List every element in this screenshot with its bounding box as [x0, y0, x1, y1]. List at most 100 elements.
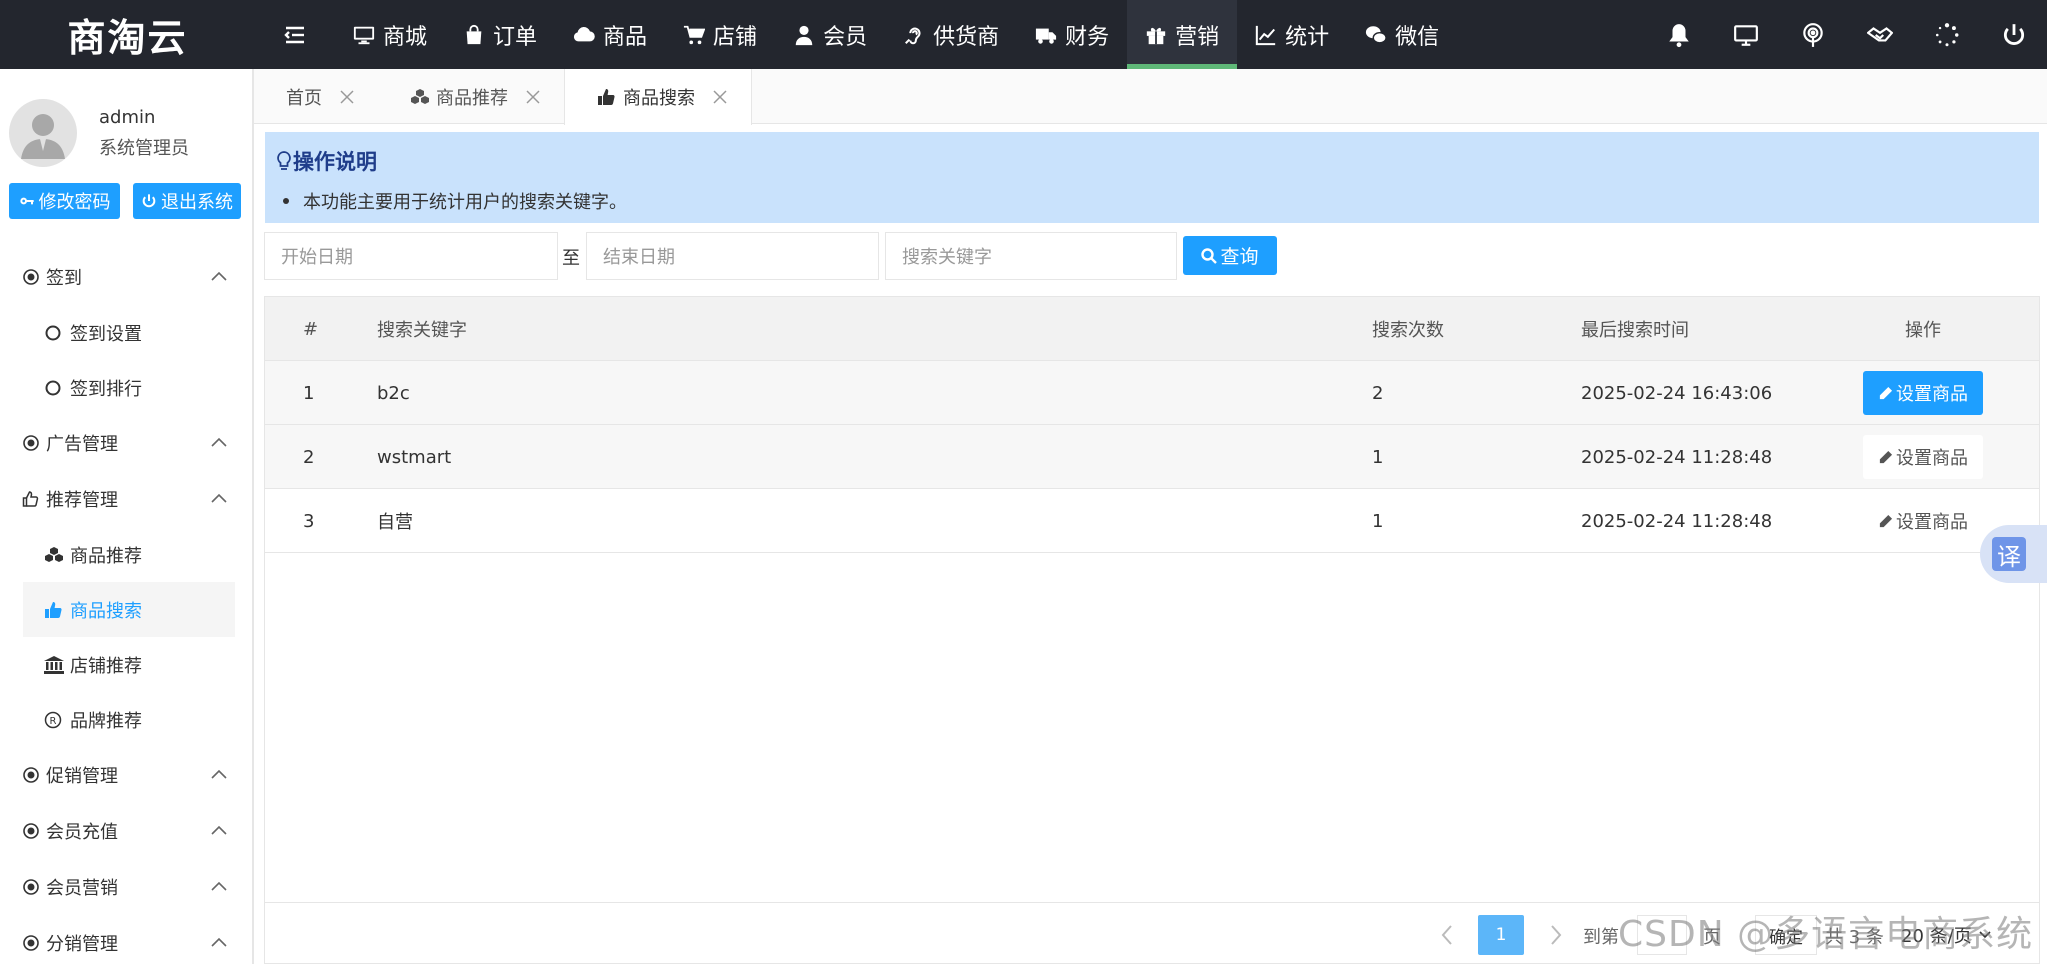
sidebar-item-sign-settings[interactable]: 签到设置 [0, 305, 252, 360]
menu-toggle-icon[interactable] [255, 0, 335, 69]
sidebar-item-label: 签到设置 [70, 323, 142, 345]
search-icon [1201, 247, 1218, 264]
chevron-up-icon [211, 493, 227, 503]
power-icon[interactable] [1980, 0, 2047, 69]
logout-button[interactable]: 退出系统 [133, 183, 241, 219]
nav-label: 统计 [1285, 24, 1330, 50]
tab-goods-recommend[interactable]: 商品推荐 [378, 69, 564, 124]
nav-statistics[interactable]: 统计 [1237, 0, 1347, 69]
chevron-right-icon[interactable] [1546, 923, 1566, 947]
table-row: 2 wstmart 1 2025-02-24 11:28:48 设置商品 [265, 425, 2039, 489]
sidebar-group-distribution[interactable]: 分销管理 [0, 915, 252, 964]
cell-keyword: 自营 [377, 512, 413, 533]
translate-button[interactable]: 译 [1980, 525, 2047, 583]
close-icon[interactable] [340, 89, 354, 104]
nav-members[interactable]: 会员 [775, 0, 885, 69]
set-goods-label: 设置商品 [1896, 448, 1968, 469]
thumbs-up-outline-icon [22, 490, 40, 508]
nav-label: 店铺 [713, 24, 758, 50]
sidebar-group-label: 会员营销 [46, 878, 118, 899]
header-last-time: 最后搜索时间 [1581, 320, 1689, 341]
registered-icon: R [44, 711, 64, 729]
header-op: 操作 [1905, 320, 1941, 341]
nav-orders[interactable]: 订单 [445, 0, 555, 69]
nav-finance[interactable]: 财务 [1017, 0, 1127, 69]
set-goods-button[interactable]: 设置商品 [1863, 499, 1983, 543]
close-icon[interactable] [713, 90, 727, 104]
keyword-input[interactable]: 搜索关键字 [885, 232, 1177, 280]
desktop-icon[interactable] [1712, 0, 1779, 69]
circle-icon [44, 324, 64, 342]
notice-item: 本功能主要用于统计用户的搜索关键字。 [283, 188, 627, 214]
sidebar-item-goods-search[interactable]: 商品搜索 [23, 582, 235, 637]
sidebar-group-ad[interactable]: 广告管理 [0, 415, 252, 471]
logout-label: 退出系统 [161, 192, 233, 213]
sidebar-item-sign-rank[interactable]: 签到排行 [0, 360, 252, 415]
cell-index: 2 [303, 446, 315, 468]
sidebar-group-recommend[interactable]: 推荐管理 [0, 471, 252, 527]
watermark: CSDN @多语言电商系统 [1618, 914, 2034, 955]
podcast-icon[interactable] [1779, 0, 1846, 69]
nav-marketing[interactable]: 营销 [1127, 0, 1238, 69]
close-icon[interactable] [526, 89, 540, 104]
sidebar-group-label: 广告管理 [46, 434, 118, 455]
sidebar-item-label: 商品推荐 [70, 545, 142, 567]
sidebar-item-shop-recommend[interactable]: 店铺推荐 [0, 637, 252, 692]
cell-index: 1 [303, 382, 315, 404]
sidebar-group-recharge[interactable]: 会员充值 [0, 803, 252, 859]
set-goods-label: 设置商品 [1896, 512, 1968, 533]
nav-label: 财务 [1065, 24, 1110, 50]
sidebar-item-label: 签到排行 [70, 378, 142, 400]
header-index: # [303, 318, 319, 340]
dot-circle-icon [22, 766, 40, 784]
line-chart-icon [1255, 24, 1277, 46]
cell-last-time: 2025-02-24 11:28:48 [1581, 510, 1773, 532]
set-goods-button[interactable]: 设置商品 [1863, 371, 1983, 415]
nav-mall[interactable]: 商城 [335, 0, 445, 69]
sidebar-item-goods-recommend[interactable]: 商品推荐 [0, 527, 252, 582]
sidebar-group-promotion[interactable]: 促销管理 [0, 747, 252, 803]
end-date-input[interactable]: 结束日期 [586, 232, 879, 280]
cell-last-time: 2025-02-24 11:28:48 [1581, 446, 1773, 468]
sidebar-group-member-marketing[interactable]: 会员营销 [0, 859, 252, 915]
user-icon [793, 24, 815, 46]
chevron-up-icon [211, 881, 227, 891]
nav-shops[interactable]: 店铺 [665, 0, 775, 69]
wechat-icon [1365, 24, 1387, 46]
pencil-icon [1879, 514, 1893, 527]
tab-home[interactable]: 首页 [254, 69, 378, 124]
chevron-up-icon [211, 437, 227, 447]
sidebar-group-sign[interactable]: 签到 [0, 249, 252, 305]
change-password-button[interactable]: 修改密码 [9, 183, 120, 219]
cloud-icon [573, 24, 595, 46]
pencil-icon [1879, 450, 1893, 463]
nav-wechat[interactable]: 微信 [1347, 0, 1457, 69]
handshake-icon[interactable] [1846, 0, 1913, 69]
bell-icon[interactable] [1645, 0, 1712, 69]
lightbulb-icon [277, 151, 291, 170]
shopping-bag-icon [463, 24, 485, 46]
power-icon [142, 194, 156, 208]
loading-icon[interactable] [1913, 0, 1980, 69]
gift-icon [1145, 24, 1167, 46]
thumbs-up-icon [597, 88, 617, 106]
cell-index: 3 [303, 510, 315, 532]
nav-goods[interactable]: 商品 [555, 0, 665, 69]
cell-count: 2 [1372, 382, 1384, 404]
app-logo[interactable]: 商淘云 [0, 7, 255, 62]
chevron-up-icon [211, 271, 227, 281]
sidebar-item-label: 品牌推荐 [70, 710, 142, 732]
nav-suppliers[interactable]: 供货商 [885, 0, 1017, 69]
notice-title-text: 操作说明 [293, 150, 377, 174]
cell-count: 1 [1372, 510, 1384, 532]
page-1-button[interactable]: 1 [1478, 915, 1524, 955]
start-date-input[interactable]: 开始日期 [264, 232, 558, 280]
query-button[interactable]: 查询 [1183, 236, 1277, 275]
cubes-icon [410, 88, 430, 106]
tab-goods-search[interactable]: 商品搜索 [564, 69, 752, 125]
change-password-label: 修改密码 [38, 192, 111, 213]
chevron-left-icon[interactable] [1437, 923, 1457, 947]
set-goods-button[interactable]: 设置商品 [1863, 435, 1983, 479]
sidebar-group-label: 推荐管理 [46, 490, 118, 511]
sidebar-item-brand-recommend[interactable]: R 品牌推荐 [0, 692, 252, 747]
